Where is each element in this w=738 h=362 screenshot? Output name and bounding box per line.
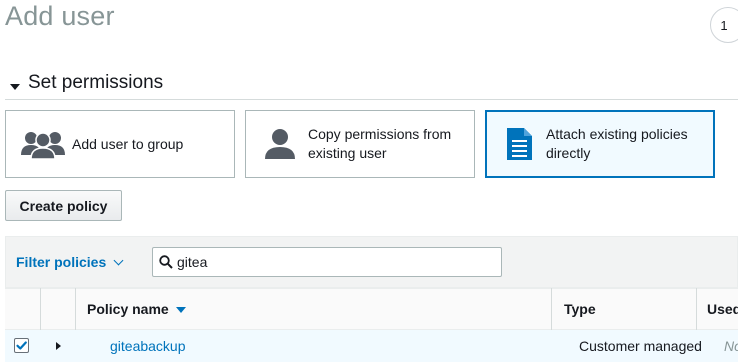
- option-copy-permissions[interactable]: Copy permissions from existing user: [245, 110, 475, 178]
- user-icon: [262, 128, 298, 160]
- page-title: Add user: [5, 1, 115, 31]
- step-indicator[interactable]: 1: [710, 7, 738, 43]
- column-divider: [551, 288, 552, 330]
- option-label: Add user to group: [72, 135, 184, 152]
- search-box[interactable]: [152, 247, 502, 277]
- column-header-policy-name[interactable]: Policy name: [87, 301, 169, 317]
- policy-name-link[interactable]: giteabackup: [110, 338, 186, 354]
- create-policy-button[interactable]: Create policy: [5, 190, 122, 221]
- section-divider: [5, 99, 738, 100]
- sort-descending-icon[interactable]: [176, 307, 186, 313]
- column-divider: [40, 288, 41, 330]
- section-title[interactable]: Set permissions: [28, 72, 163, 94]
- search-input[interactable]: [177, 248, 487, 276]
- option-label: Copy permissions from existing user: [308, 126, 452, 161]
- step-number: 1: [720, 17, 728, 33]
- column-header-type[interactable]: Type: [564, 301, 596, 317]
- document-icon: [504, 127, 534, 161]
- users-group-icon: [18, 128, 68, 160]
- column-divider: [75, 288, 76, 330]
- filter-policies-dropdown[interactable]: Filter policies: [16, 254, 106, 270]
- column-header-used[interactable]: Used: [707, 301, 738, 317]
- column-divider: [696, 288, 697, 330]
- option-attach-policies[interactable]: Attach existing policies directly: [485, 110, 715, 178]
- expand-row-icon[interactable]: [56, 342, 61, 350]
- option-label: Attach existing policies directly: [546, 126, 688, 161]
- checkmark-icon: [16, 341, 27, 350]
- collapse-caret-icon[interactable]: [10, 84, 20, 90]
- search-icon: [159, 255, 173, 274]
- policy-used: No: [724, 338, 738, 354]
- policy-type: Customer managed: [579, 338, 702, 354]
- row-checkbox[interactable]: [14, 338, 29, 353]
- option-add-user-to-group[interactable]: Add user to group: [5, 110, 235, 178]
